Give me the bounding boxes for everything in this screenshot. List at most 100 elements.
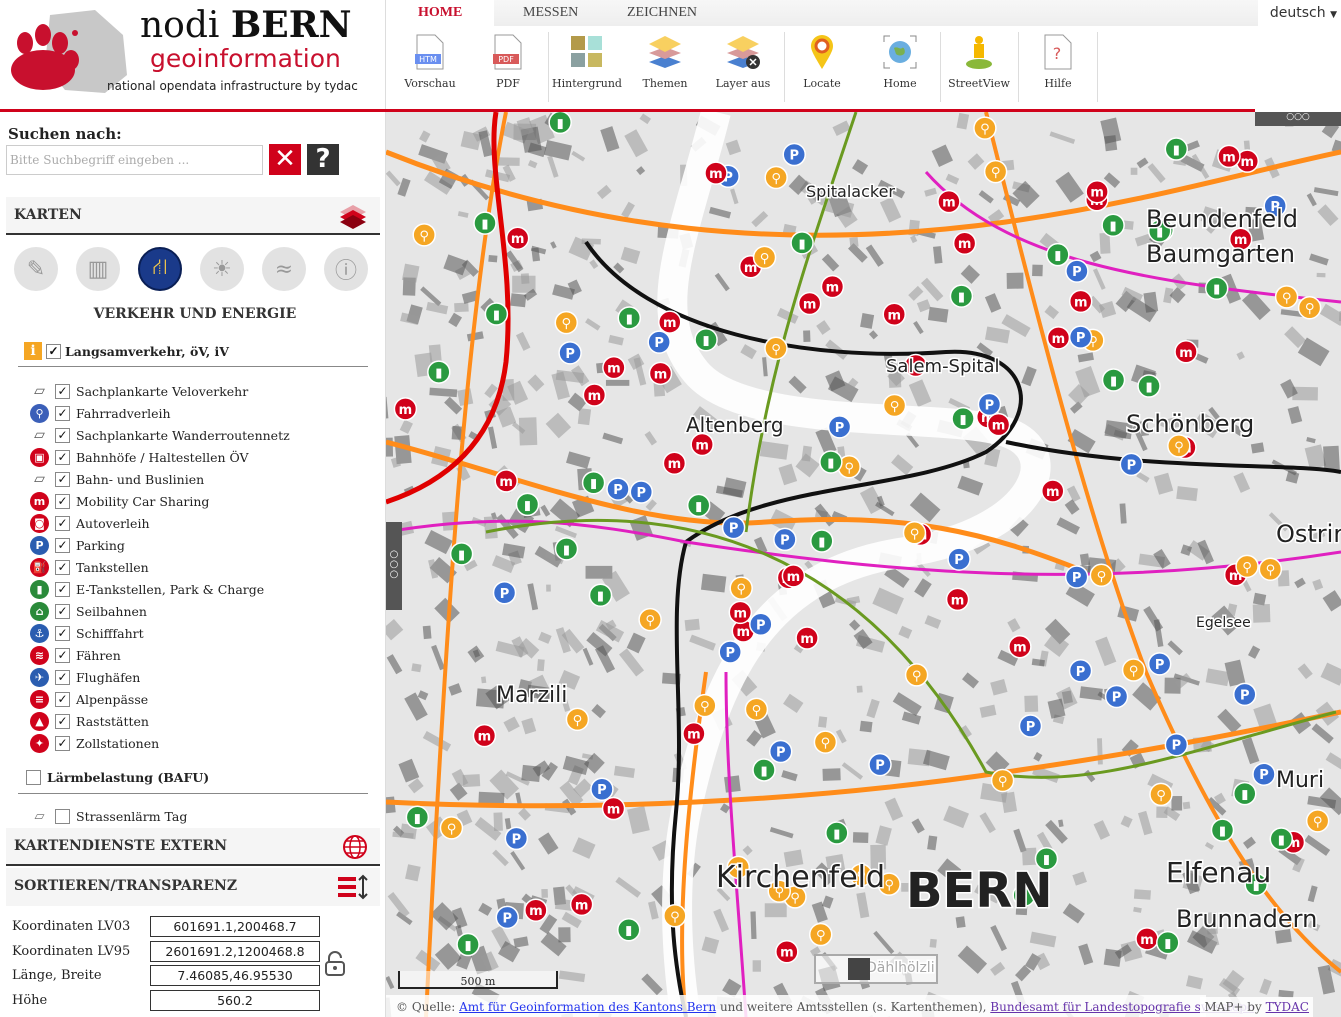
layer-checkbox[interactable]: ✓ bbox=[55, 669, 70, 685]
attribution-link-agi[interactable]: Amt für Geoinformation des Kantons Bern bbox=[459, 1000, 716, 1014]
group-checkbox[interactable] bbox=[26, 770, 41, 785]
tab-zeichnen[interactable]: ZEICHNEN bbox=[627, 5, 697, 21]
search-help-button[interactable]: ? bbox=[307, 144, 339, 175]
clear-search-button[interactable]: ✕ bbox=[269, 144, 301, 175]
map-marker-label: m bbox=[1013, 641, 1027, 656]
sidebar-toggle-handle[interactable]: ○ ○ ○ bbox=[386, 522, 402, 610]
building bbox=[636, 166, 646, 176]
category-settlement-icon[interactable]: ▥ bbox=[76, 247, 120, 291]
coord-value[interactable]: 601691.1,200468.7 bbox=[150, 916, 320, 937]
building bbox=[1045, 819, 1068, 844]
tool-hintergrund-button[interactable]: Hintergrund bbox=[549, 32, 625, 102]
coord-value[interactable]: 2601691.2,1200468.8 bbox=[150, 940, 320, 962]
layer-checkbox[interactable]: ✓ bbox=[55, 581, 70, 597]
building bbox=[562, 755, 590, 776]
coord-label: Länge, Breite bbox=[12, 968, 102, 984]
tool-label: Themen bbox=[642, 77, 688, 90]
tab-messen[interactable]: MESSEN bbox=[523, 5, 578, 21]
group-checkbox[interactable]: ✓ bbox=[46, 343, 61, 359]
map-menu-handle[interactable]: ○○○ bbox=[1255, 112, 1341, 126]
section-title: KARTEN bbox=[14, 207, 82, 223]
layer-checkbox[interactable]: ✓ bbox=[55, 625, 70, 641]
stack-icon: ▱ bbox=[34, 808, 45, 824]
tool-layer-aus-button[interactable]: Layer aus bbox=[705, 32, 781, 102]
building bbox=[527, 374, 545, 392]
building bbox=[990, 961, 1006, 976]
building bbox=[1021, 366, 1037, 387]
map-marker-label: P bbox=[725, 646, 735, 661]
overview-extent[interactable] bbox=[848, 958, 870, 980]
layer-checkbox[interactable]: ✓ bbox=[55, 515, 70, 531]
section-karten[interactable]: KARTEN bbox=[6, 197, 380, 235]
layer-checkbox[interactable]: ✓ bbox=[55, 735, 70, 751]
category-planning-icon[interactable]: ✎ bbox=[14, 247, 58, 291]
building bbox=[916, 299, 931, 313]
layer-checkbox[interactable]: ✓ bbox=[55, 427, 70, 443]
layer-checkbox[interactable]: ✓ bbox=[55, 603, 70, 619]
tydac-link[interactable]: TYDAC bbox=[1266, 1000, 1309, 1014]
section-kartendienste-extern[interactable]: KARTENDIENSTE EXTERN bbox=[6, 828, 380, 866]
map-marker-label: ▮ bbox=[1241, 788, 1248, 803]
map-marker-label: ▮ bbox=[1110, 374, 1117, 389]
overview-map[interactable] bbox=[814, 954, 938, 984]
tool-pdf-button[interactable]: PDF PDF bbox=[470, 32, 546, 102]
layer-checkbox[interactable]: ✓ bbox=[55, 405, 70, 421]
category-information-icon[interactable]: ⓘ bbox=[324, 247, 368, 291]
tool-badge: HTM bbox=[419, 55, 437, 64]
map-marker-label: ▮ bbox=[827, 456, 834, 471]
map-marker-label: ⚲ bbox=[991, 166, 1001, 181]
language-select[interactable]: deutsch ▼ bbox=[1270, 5, 1337, 21]
tool-hilfe-button[interactable]: ? Hilfe bbox=[1020, 32, 1096, 102]
layer-checkbox[interactable]: ✓ bbox=[55, 383, 70, 399]
tool-streetview-button[interactable]: StreetView bbox=[941, 32, 1017, 102]
coord-value[interactable]: 7.46085,46.95530 bbox=[150, 965, 320, 987]
map-marker-label: ▮ bbox=[702, 334, 709, 349]
building bbox=[1294, 577, 1306, 589]
building bbox=[978, 190, 994, 204]
map-marker-label: ▮ bbox=[959, 413, 966, 428]
category-traffic-energy-icon[interactable]: ⛙ bbox=[138, 247, 182, 291]
map[interactable]: ⚲P⚲▮mmm▮Pm⚲P⚲m▮Pm⚲mPm⚲⚲▮⚲P⚲⚲▮▮▮P▮⚲m▮mPm⚲… bbox=[386, 112, 1341, 1017]
layer-checkbox[interactable]: ✓ bbox=[55, 493, 70, 509]
layer-checkbox[interactable]: ✓ bbox=[55, 471, 70, 487]
map-marker-label: P bbox=[1259, 768, 1269, 783]
layer-checkbox[interactable]: ✓ bbox=[55, 691, 70, 707]
building bbox=[816, 320, 831, 335]
building bbox=[1241, 737, 1260, 765]
category-environment-icon[interactable]: ☀ bbox=[200, 247, 244, 291]
layer-checkbox[interactable]: ✓ bbox=[55, 449, 70, 465]
lock-icon[interactable] bbox=[324, 951, 346, 977]
coord-value[interactable]: 560.2 bbox=[150, 989, 320, 1011]
building bbox=[1312, 578, 1324, 591]
building bbox=[644, 431, 657, 446]
pdf-file-icon: PDF bbox=[470, 32, 546, 72]
building bbox=[1136, 157, 1149, 169]
building bbox=[1309, 253, 1329, 266]
layer-checkbox[interactable]: ✓ bbox=[55, 559, 70, 575]
tool-themen-button[interactable]: Themen bbox=[627, 32, 703, 102]
map-marker-label: P bbox=[1076, 331, 1086, 346]
building bbox=[875, 825, 892, 846]
map-canvas[interactable]: ⚲P⚲▮mmm▮Pm⚲P⚲m▮Pm⚲mPm⚲⚲▮⚲P⚲⚲▮▮▮P▮⚲m▮mPm⚲… bbox=[386, 112, 1341, 1017]
tab-home[interactable]: HOME bbox=[386, 0, 495, 26]
building bbox=[488, 255, 498, 263]
layer-checkbox[interactable]: ✓ bbox=[55, 537, 70, 553]
layer-checkbox[interactable]: ✓ bbox=[55, 647, 70, 663]
bike-icon: ⚲ bbox=[30, 403, 49, 423]
map-marker-label: ▮ bbox=[481, 217, 488, 232]
tool-vorschau-button[interactable]: HTM Vorschau bbox=[392, 32, 468, 102]
building bbox=[515, 331, 531, 351]
layer-label: Bahnhöfe / Haltestellen ÖV bbox=[76, 449, 249, 465]
section-sortieren-transparenz[interactable]: SORTIEREN/TRANSPARENZ bbox=[6, 868, 380, 906]
tool-locate-button[interactable]: Locate bbox=[784, 32, 860, 102]
map-marker-label: ▮ bbox=[1219, 824, 1226, 839]
layer-checkbox[interactable] bbox=[55, 808, 70, 824]
tool-home-button[interactable]: Home bbox=[862, 32, 938, 102]
map-marker-label: m bbox=[992, 419, 1006, 434]
layer-checkbox[interactable]: ✓ bbox=[55, 713, 70, 729]
map-marker-label: ⚲ bbox=[1129, 664, 1139, 679]
map-marker-label: ▮ bbox=[563, 543, 570, 558]
category-topography-icon[interactable]: ≈ bbox=[262, 247, 306, 291]
info-icon[interactable]: i bbox=[24, 342, 42, 360]
search-input[interactable] bbox=[6, 145, 263, 175]
